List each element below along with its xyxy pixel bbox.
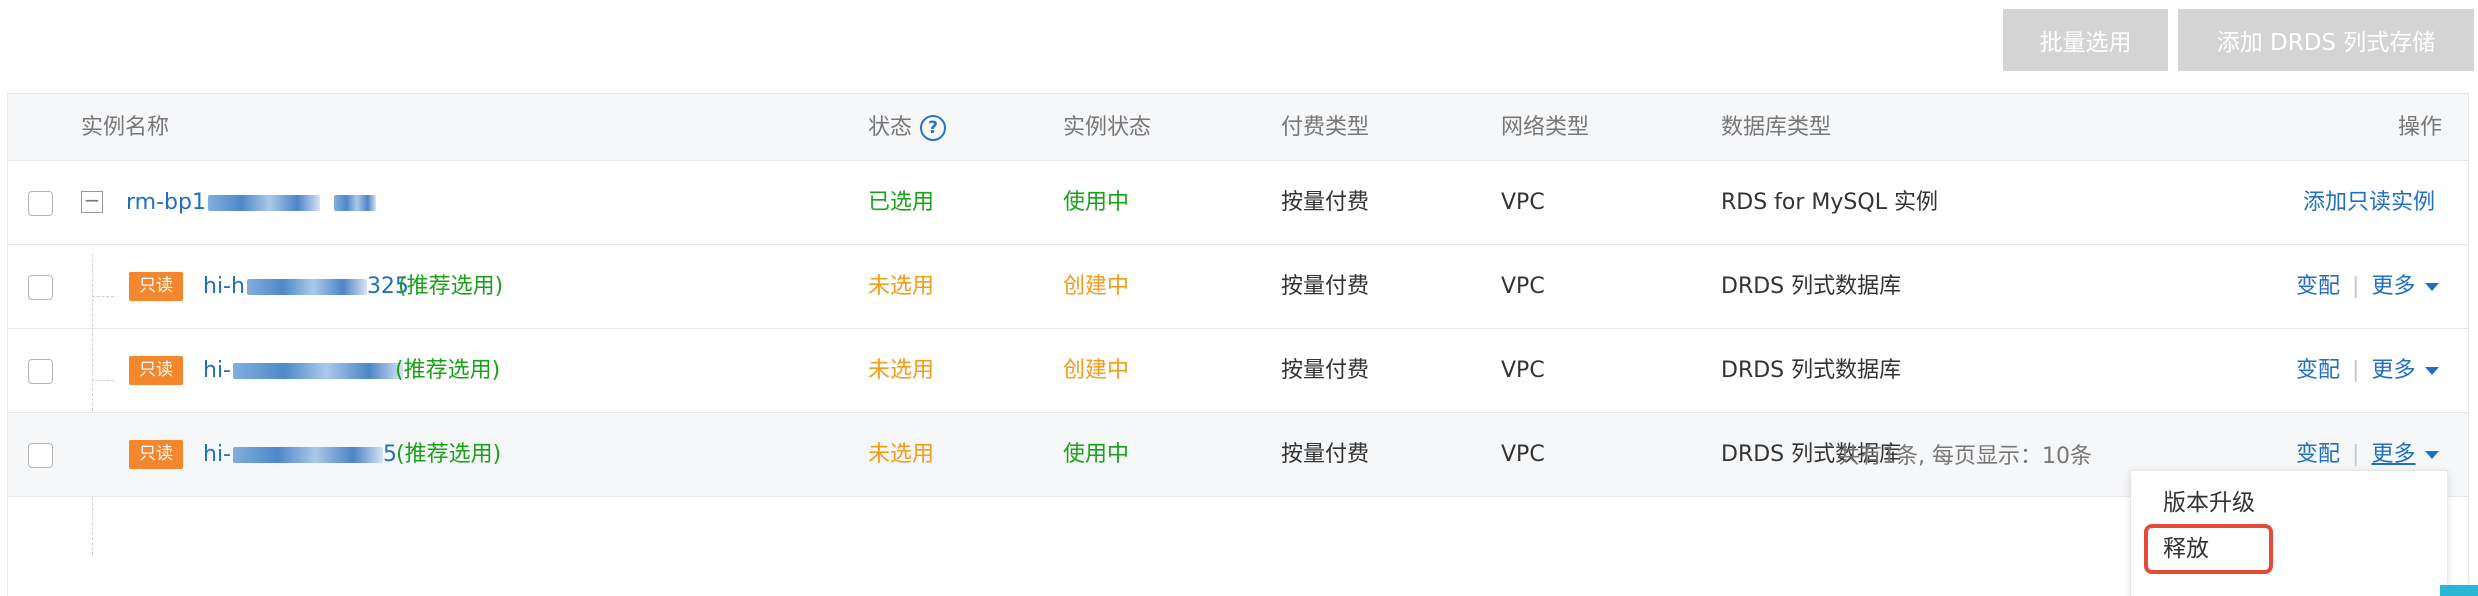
- instance-name-text[interactable]: hi-h: [203, 274, 245, 299]
- redacted-name: [246, 279, 367, 295]
- network-text: VPC: [1501, 190, 1545, 215]
- instance-name-text[interactable]: hi-: [203, 442, 231, 467]
- batch-select-button[interactable]: 批量选用: [2003, 9, 2168, 71]
- pagination-summary: 共有1条, 每页显示：10条: [1838, 444, 2092, 469]
- network-text: VPC: [1501, 358, 1545, 383]
- action-separator: |: [2352, 274, 2360, 299]
- row-checkbox[interactable]: [28, 443, 53, 468]
- add-readonly-instance-link[interactable]: 添加只读实例: [2303, 161, 2435, 245]
- table-row: 只读 hi-h 325 (推荐选用) 未选用 创建中 按量付费 VPC DRDS …: [8, 245, 2468, 329]
- chevron-down-icon[interactable]: [2425, 451, 2440, 459]
- table-row: − rm-bp1 已选用 使用中 按量付费 VPC RDS for MySQL …: [8, 161, 2468, 245]
- column-header-billing: 付费类型: [1281, 115, 1370, 140]
- recommend-text: (推荐选用): [395, 358, 501, 383]
- instance-name-text[interactable]: hi-: [203, 358, 231, 383]
- status-text: 已选用: [868, 190, 935, 215]
- billing-text: 按量付费: [1281, 190, 1370, 215]
- instance-status-text: 使用中: [1063, 442, 1130, 467]
- question-circle-icon[interactable]: ?: [920, 115, 947, 141]
- add-drds-columnar-button[interactable]: 添加 DRDS 列式存储: [2178, 9, 2474, 71]
- menu-item-release[interactable]: 释放: [2163, 529, 2209, 569]
- instance-name-link[interactable]: hi-h 325: [203, 245, 409, 329]
- instance-status-text: 创建中: [1063, 358, 1130, 383]
- column-header-name: 实例名称: [81, 115, 170, 140]
- db-type-text: DRDS 列式数据库: [1721, 274, 1902, 299]
- instance-status-text: 使用中: [1063, 190, 1130, 215]
- instance-table: 实例名称 状态? 实例状态 付费类型 网络类型 数据库类型 操作 − rm-bp…: [7, 93, 2469, 596]
- menu-item-version-upgrade[interactable]: 版本升级: [2163, 483, 2255, 523]
- table-row: 只读 hi- 5 (推荐选用) 未选用 使用中 按量付费 VPC DRDS 列式数…: [8, 413, 2468, 497]
- column-header-network: 网络类型: [1501, 115, 1590, 140]
- redacted-name: [233, 363, 403, 379]
- instance-name-link[interactable]: hi- 5: [203, 413, 397, 497]
- network-text: VPC: [1501, 274, 1545, 299]
- network-text: VPC: [1501, 442, 1545, 467]
- chevron-down-icon[interactable]: [2425, 367, 2440, 375]
- status-text: 未选用: [868, 274, 935, 299]
- column-header-actions: 操作: [2398, 115, 2443, 140]
- instance-name-link[interactable]: hi-: [203, 329, 403, 413]
- action-separator: |: [2352, 442, 2360, 467]
- action-separator: |: [2352, 358, 2360, 383]
- db-type-text: RDS for MySQL 实例: [1721, 190, 1938, 215]
- readonly-badge: 只读: [129, 356, 183, 385]
- table-header: 实例名称 状态? 实例状态 付费类型 网络类型 数据库类型 操作: [8, 94, 2468, 161]
- more-link[interactable]: 更多: [2371, 442, 2415, 467]
- row-checkbox[interactable]: [28, 191, 53, 216]
- instance-name-text[interactable]: rm-bp1: [126, 190, 206, 215]
- db-type-text: DRDS 列式数据库: [1721, 358, 1902, 383]
- column-header-status: 状态?: [868, 94, 947, 161]
- redacted-name: [207, 195, 320, 211]
- row-actions: 变配 | 更多: [2296, 329, 2440, 413]
- corner-accent: [2440, 585, 2478, 596]
- billing-text: 按量付费: [1281, 358, 1370, 383]
- status-text: 未选用: [868, 442, 935, 467]
- change-config-link[interactable]: 变配: [2296, 442, 2340, 467]
- billing-text: 按量付费: [1281, 442, 1370, 467]
- billing-text: 按量付费: [1281, 274, 1370, 299]
- more-dropdown-menu: 版本升级 释放: [2130, 470, 2448, 596]
- row-actions: 变配 | 更多: [2296, 245, 2440, 329]
- chevron-down-icon[interactable]: [2425, 283, 2440, 291]
- redacted-name: [233, 447, 383, 463]
- recommend-text: (推荐选用): [396, 442, 502, 467]
- column-header-db-type: 数据库类型: [1721, 115, 1832, 140]
- more-link[interactable]: 更多: [2371, 274, 2415, 299]
- instance-name-text[interactable]: 5: [383, 442, 397, 467]
- column-header-status-label: 状态: [868, 115, 913, 140]
- change-config-link[interactable]: 变配: [2296, 274, 2340, 299]
- status-text: 未选用: [868, 358, 935, 383]
- instance-status-text: 创建中: [1063, 274, 1130, 299]
- more-link[interactable]: 更多: [2371, 358, 2415, 383]
- redacted-name: [333, 195, 376, 211]
- readonly-badge: 只读: [129, 440, 183, 469]
- table-row: 只读 hi- (推荐选用) 未选用 创建中 按量付费 VPC DRDS 列式数据…: [8, 329, 2468, 413]
- row-checkbox[interactable]: [28, 359, 53, 384]
- row-checkbox[interactable]: [28, 275, 53, 300]
- change-config-link[interactable]: 变配: [2296, 358, 2340, 383]
- instance-name-link[interactable]: rm-bp1: [126, 161, 376, 245]
- collapse-icon[interactable]: −: [81, 190, 103, 213]
- recommend-text: (推荐选用): [398, 274, 504, 299]
- readonly-badge: 只读: [129, 272, 183, 301]
- column-header-instance-status: 实例状态: [1063, 115, 1152, 140]
